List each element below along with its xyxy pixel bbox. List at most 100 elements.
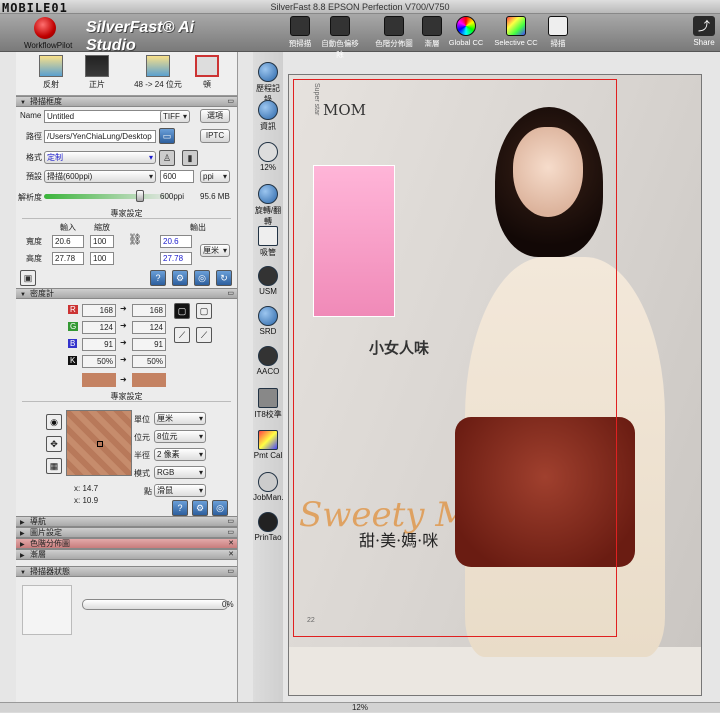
zoom-icon[interactable]: ◎ — [212, 500, 228, 516]
format-select[interactable]: 定制 — [44, 151, 156, 164]
name-field[interactable]: Untitled — [44, 110, 172, 123]
magnifier-icon — [258, 142, 278, 162]
ppi-unit-select[interactable]: ppi — [200, 170, 230, 183]
printao-tool[interactable]: PrinTao — [253, 512, 283, 542]
aaco-tool[interactable]: AACO — [253, 346, 283, 376]
scan-button[interactable]: 掃描 — [536, 15, 580, 51]
radius-select[interactable]: 2 像素 — [154, 448, 206, 461]
expert-settings-title[interactable]: 專家設定 — [22, 208, 231, 219]
neutral-dropper-icon[interactable]: ⟋ — [196, 327, 212, 343]
help-icon[interactable]: ? — [150, 270, 166, 286]
densitometer-header[interactable]: ▼ 密度計 ▭ — [16, 288, 237, 299]
person-icon[interactable]: ♙ — [159, 150, 175, 166]
scanner-icon — [548, 16, 568, 36]
scanner-status-header[interactable]: ▼ 掃描器狀態 ▭ — [16, 566, 237, 577]
unit-select[interactable]: 厘米 — [154, 412, 206, 425]
status-bar: 12% — [0, 702, 720, 712]
crosshair-icon[interactable]: ✥ — [46, 436, 62, 452]
eyedropper-tool[interactable]: 吸管 — [253, 226, 283, 258]
selective-cc-label: Selective CC — [494, 38, 538, 47]
zoom-tool[interactable]: 12% — [253, 142, 283, 172]
srd-tool[interactable]: SRD — [253, 306, 283, 336]
info-tool[interactable]: 資訊 — [253, 100, 283, 132]
brand-area: WorkflowPilot SilverFast® Ai Studio — [0, 14, 248, 54]
gear-icon[interactable]: ⚙ — [192, 500, 208, 516]
resolution-slider[interactable] — [44, 190, 172, 202]
mode-positive[interactable]: 正片 — [72, 55, 122, 90]
mode-bitdepth-label: 48 -> 24 位元 — [134, 80, 182, 89]
bit-select[interactable]: 8位元 — [154, 430, 206, 443]
link-chain-icon[interactable]: ⛓ — [128, 233, 142, 246]
workflowpilot-icon[interactable] — [34, 17, 56, 39]
workflowpilot-label[interactable]: WorkflowPilot — [24, 41, 72, 50]
progress-percent: 0% — [222, 600, 234, 609]
densitometer-expert-title[interactable]: 專家設定 — [22, 391, 231, 402]
rotate-tool[interactable]: 旋轉/翻轉 — [253, 184, 283, 227]
mode-frame[interactable]: 頓 — [182, 55, 232, 90]
reset-icon[interactable]: ↻ — [216, 270, 232, 286]
black-point-icon[interactable]: ▢ — [174, 303, 190, 319]
scan-frame-selection[interactable] — [293, 79, 617, 637]
auto-cast-button[interactable]: 自動色偏移除 — [318, 15, 362, 59]
mode-bar: 反射 正片 48 -> 24 位元 頓 — [16, 52, 237, 96]
loupe-x: x: 14.7 — [74, 484, 99, 493]
scan-frame-header[interactable]: ▼ 掃描框度 ▭ — [16, 96, 237, 107]
close-icon[interactable]: ✕ — [228, 550, 234, 560]
it8-tool[interactable]: IT8校準 — [253, 388, 283, 420]
panel-menu-icon[interactable]: ▭ — [227, 567, 234, 577]
trash-icon[interactable]: ▮ — [182, 150, 198, 166]
gear-icon[interactable]: ⚙ — [172, 270, 188, 286]
navigation-header[interactable]: ▶ 導航 ▭ — [16, 516, 237, 527]
gears-icon — [258, 472, 278, 492]
scan-frame-title: 掃描框度 — [30, 97, 62, 106]
black-after: 50% — [132, 355, 166, 368]
eyedropper-icon[interactable]: ⟋ — [174, 327, 190, 343]
white-point-icon[interactable]: ▢ — [196, 303, 212, 319]
mode-select[interactable]: RGB — [154, 466, 206, 479]
share-button[interactable]: ⤴ Share — [688, 15, 720, 51]
width-input[interactable]: 20.6 — [52, 235, 84, 248]
path-field[interactable]: /Users/YenChiaLung/Desktop — [44, 130, 156, 143]
scan-preview[interactable]: Super star MOM 小女人味 Sweety Mommy 甜·美·媽·咪… — [288, 74, 702, 696]
pixel-icon[interactable]: ▦ — [46, 458, 62, 474]
global-cc-button[interactable]: Global CC — [444, 15, 488, 51]
iptc-button[interactable]: IPTC — [200, 129, 230, 143]
help-icon[interactable]: ? — [172, 500, 188, 516]
height-input[interactable]: 27.78 — [52, 252, 84, 265]
width-output[interactable]: 20.6 — [160, 235, 192, 248]
point-select[interactable]: 滑鼠 — [154, 484, 206, 497]
close-icon[interactable]: ✕ — [228, 539, 234, 549]
ppi-field[interactable]: 600 — [160, 170, 194, 183]
gradation-panel-header[interactable]: ▶ 漸層 ✕ — [16, 549, 237, 560]
height-output[interactable]: 27.78 — [160, 252, 192, 265]
panel-menu-icon[interactable]: ▭ — [227, 289, 234, 299]
scan-frame-tools: ▣ ? ⚙ ◎ ↻ — [16, 268, 237, 288]
height-scale[interactable]: 100 — [90, 252, 114, 265]
prescan-button[interactable]: 預掃描 — [278, 15, 322, 51]
usm-icon — [258, 266, 278, 286]
panel-menu-icon[interactable]: ▭ — [227, 97, 234, 107]
folder-icon[interactable]: ▭ — [159, 128, 175, 144]
share-label: Share — [693, 38, 715, 47]
panel-menu-icon[interactable]: ▭ — [227, 528, 234, 538]
jobman-tool[interactable]: JobMan. — [253, 472, 284, 502]
save-frame-icon[interactable]: ▣ — [20, 270, 36, 286]
usm-tool[interactable]: USM — [253, 266, 283, 296]
options-button[interactable]: 選項 — [200, 109, 230, 123]
resolution-knob[interactable] — [136, 190, 144, 202]
selective-cc-button[interactable]: Selective CC — [494, 15, 538, 51]
mode-reflective[interactable]: 反射 — [26, 55, 76, 90]
image-settings-header[interactable]: ▶ 圖片設定 ▭ — [16, 527, 237, 538]
dims-header: 輸入 縮放 輸出 — [16, 219, 237, 233]
mode-bitdepth[interactable]: 48 -> 24 位元 — [128, 55, 188, 90]
width-scale[interactable]: 100 — [90, 235, 114, 248]
pmtcal-tool[interactable]: Pmt Cal — [253, 430, 283, 460]
preset-select[interactable]: 掃描(600ppi) — [44, 170, 156, 183]
histogram-panel-header[interactable]: ▶ 色階分佈圖 ✕ — [16, 538, 237, 549]
panel-menu-icon[interactable]: ▭ — [227, 517, 234, 527]
zoom-icon[interactable]: ◎ — [194, 270, 210, 286]
dimension-unit-select[interactable]: 厘米 — [200, 244, 230, 257]
history-tool[interactable]: 歷程記錄 — [253, 62, 283, 105]
file-format-select[interactable]: TIFF — [160, 110, 190, 123]
target-icon[interactable]: ◉ — [46, 414, 62, 430]
